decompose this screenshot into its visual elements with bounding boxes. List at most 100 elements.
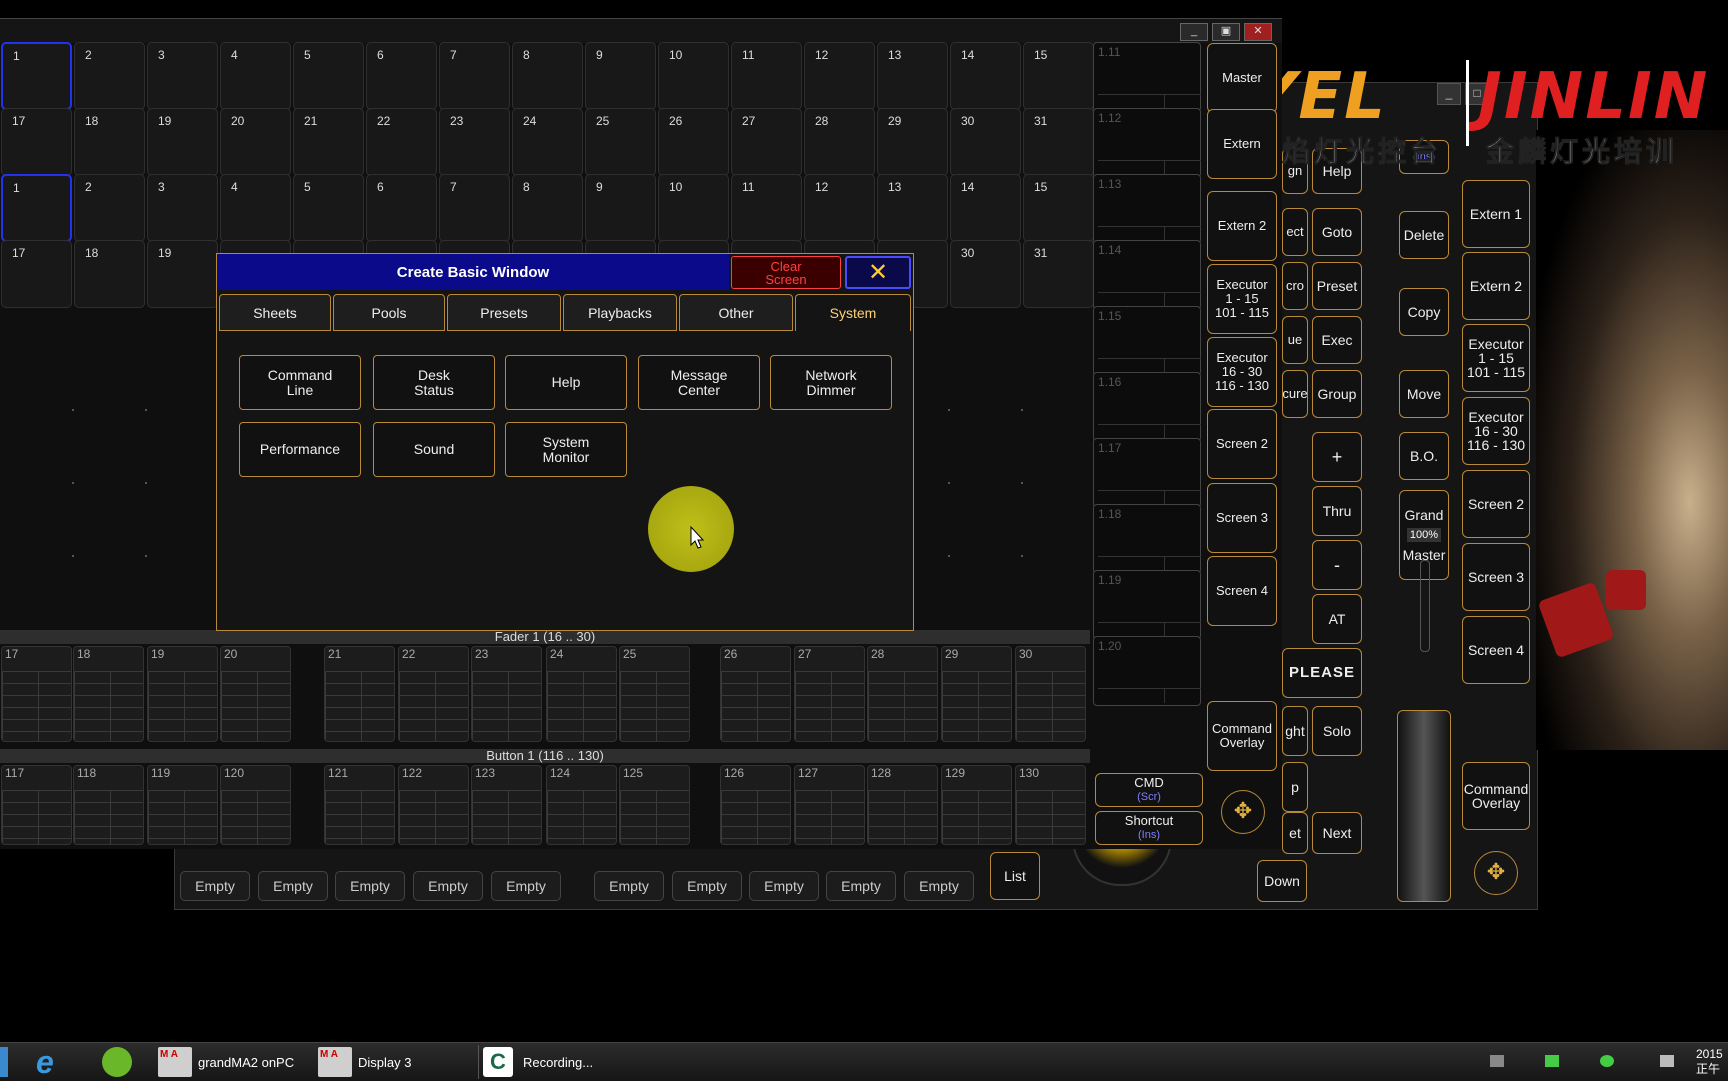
executor-slot[interactable]: 1.13 — [1093, 174, 1201, 244]
button-slot[interactable]: 119 — [147, 765, 218, 845]
fader-slot[interactable]: 22 — [398, 646, 469, 742]
fader-slot[interactable]: 30 — [1015, 646, 1086, 742]
empty-executor-button[interactable]: Empty — [491, 871, 561, 901]
empty-executor-button[interactable]: Empty — [826, 871, 896, 901]
command-overlay-button-bg[interactable]: Command Overlay — [1462, 762, 1530, 830]
pool-cell[interactable]: 14 — [950, 174, 1021, 242]
side-button[interactable]: Command Overlay — [1207, 701, 1277, 771]
tab-pools[interactable]: Pools — [333, 294, 445, 331]
pool-cell[interactable]: 28 — [804, 108, 875, 176]
volume-icon[interactable] — [1660, 1055, 1674, 1067]
empty-executor-button[interactable]: Empty — [594, 871, 664, 901]
fader-slot[interactable]: 26 — [720, 646, 791, 742]
executor-1-15-button[interactable]: Executor 1 - 15 101 - 115 — [1462, 324, 1530, 392]
desk-status-button[interactable]: Desk Status — [373, 355, 495, 410]
button-slot[interactable]: 120 — [220, 765, 291, 845]
move-icon[interactable]: ✥ — [1221, 790, 1265, 834]
network-icon[interactable] — [1600, 1055, 1614, 1067]
pool-cell[interactable]: 6 — [366, 42, 437, 110]
fader-slot[interactable]: 23 — [471, 646, 542, 742]
preset-button[interactable]: Preset — [1312, 262, 1362, 310]
empty-executor-button[interactable]: Empty — [335, 871, 405, 901]
screen2-button[interactable]: Screen 2 — [1462, 470, 1530, 538]
please-button[interactable]: PLEASE — [1282, 648, 1362, 698]
executor-slot[interactable]: 1.18 — [1093, 504, 1201, 574]
task-recording[interactable]: C Recording... — [478, 1045, 593, 1079]
pool-cell[interactable]: 21 — [293, 108, 364, 176]
button-slot[interactable]: 128 — [867, 765, 938, 845]
button-slot[interactable]: 118 — [73, 765, 144, 845]
button-slot[interactable]: 121 — [324, 765, 395, 845]
tab-presets[interactable]: Presets — [447, 294, 561, 331]
macro-button[interactable]: cro — [1282, 262, 1308, 310]
cue-button[interactable]: ue — [1282, 316, 1308, 364]
fader-slot[interactable]: 28 — [867, 646, 938, 742]
minus-button[interactable]: - — [1312, 540, 1362, 590]
side-button[interactable]: Extern — [1207, 109, 1277, 179]
system-monitor-button[interactable]: System Monitor — [505, 422, 627, 477]
at-button[interactable]: AT — [1312, 594, 1362, 644]
pool-cell[interactable]: 10 — [658, 42, 729, 110]
performance-button[interactable]: Performance — [239, 422, 361, 477]
move-button[interactable]: Move — [1399, 370, 1449, 418]
pool-cell[interactable]: 17 — [1, 108, 72, 176]
button-slot[interactable]: 124 — [546, 765, 617, 845]
close-icon[interactable]: ✕ — [1244, 23, 1272, 41]
fader-slot[interactable]: 20 — [220, 646, 291, 742]
executor-slot[interactable]: 1.16 — [1093, 372, 1201, 442]
pool-cell[interactable]: 26 — [658, 108, 729, 176]
battery-icon[interactable] — [1545, 1055, 1559, 1067]
grand-master-track[interactable] — [1420, 560, 1430, 652]
extern2-button[interactable]: Extern 2 — [1462, 252, 1530, 320]
side-button[interactable]: Extern 2 — [1207, 191, 1277, 261]
pool-cell[interactable]: 4 — [220, 42, 291, 110]
down-button[interactable]: Down — [1257, 860, 1307, 902]
pool-cell[interactable]: 22 — [366, 108, 437, 176]
side-button[interactable]: Executor 1 - 15 101 - 115 — [1207, 264, 1277, 334]
fixture-button[interactable]: cure — [1282, 370, 1308, 418]
pool-cell[interactable]: 5 — [293, 42, 364, 110]
exec-button[interactable]: Exec — [1312, 316, 1362, 364]
empty-executor-button[interactable]: Empty — [672, 871, 742, 901]
clear-screen-button[interactable]: Clear Screen — [731, 256, 841, 289]
delete-button[interactable]: Delete — [1399, 211, 1449, 259]
fader-slot[interactable]: 21 — [324, 646, 395, 742]
pool-cell[interactable]: 19 — [147, 240, 218, 308]
executor-slot[interactable]: 1.12 — [1093, 108, 1201, 178]
empty-executor-button[interactable]: Empty — [180, 871, 250, 901]
pool-cell[interactable]: 14 — [950, 42, 1021, 110]
fader-slot[interactable]: 18 — [73, 646, 144, 742]
pool-cell[interactable]: 17 — [1, 240, 72, 308]
close-dialog-button[interactable]: ✕ — [845, 256, 911, 289]
pool-cell[interactable]: 13 — [877, 42, 948, 110]
pool-cell[interactable]: 23 — [439, 108, 510, 176]
next-button[interactable]: Next — [1312, 812, 1362, 854]
minimize-icon[interactable]: _ — [1180, 23, 1208, 41]
pool-cell[interactable]: 2 — [74, 174, 145, 242]
pool-cell[interactable]: 31 — [1023, 108, 1094, 176]
fader-slot[interactable]: 17 — [1, 646, 72, 742]
button-slot[interactable]: 117 — [1, 765, 72, 845]
executor-slot[interactable]: 1.20 — [1093, 636, 1201, 706]
pool-cell[interactable]: 31 — [1023, 240, 1094, 308]
pool-cell[interactable]: 15 — [1023, 174, 1094, 242]
sound-button[interactable]: Sound — [373, 422, 495, 477]
task-grandma2-onpc[interactable]: M AgrandMA2 onPC — [158, 1045, 294, 1079]
group-button[interactable]: Group — [1312, 370, 1362, 418]
empty-executor-button[interactable]: Empty — [749, 871, 819, 901]
cmd-button[interactable]: CMD (Scr) — [1095, 773, 1203, 807]
help-button[interactable]: Help — [505, 355, 627, 410]
start-button[interactable] — [0, 1047, 8, 1077]
pool-cell[interactable]: 3 — [147, 42, 218, 110]
pool-cell[interactable]: 7 — [439, 174, 510, 242]
ie-icon[interactable]: e — [36, 1046, 68, 1079]
pool-cell[interactable]: 11 — [731, 42, 802, 110]
pool-cell[interactable]: 1 — [1, 174, 72, 242]
pool-cell[interactable]: 11 — [731, 174, 802, 242]
executor-16-30-button[interactable]: Executor 16 - 30 116 - 130 — [1462, 397, 1530, 465]
executor-slot[interactable]: 1.15 — [1093, 306, 1201, 376]
side-button[interactable]: Screen 3 — [1207, 483, 1277, 553]
clock[interactable]: 2015 正午 — [1696, 1047, 1723, 1077]
empty-executor-button[interactable]: Empty — [904, 871, 974, 901]
pool-cell[interactable]: 6 — [366, 174, 437, 242]
